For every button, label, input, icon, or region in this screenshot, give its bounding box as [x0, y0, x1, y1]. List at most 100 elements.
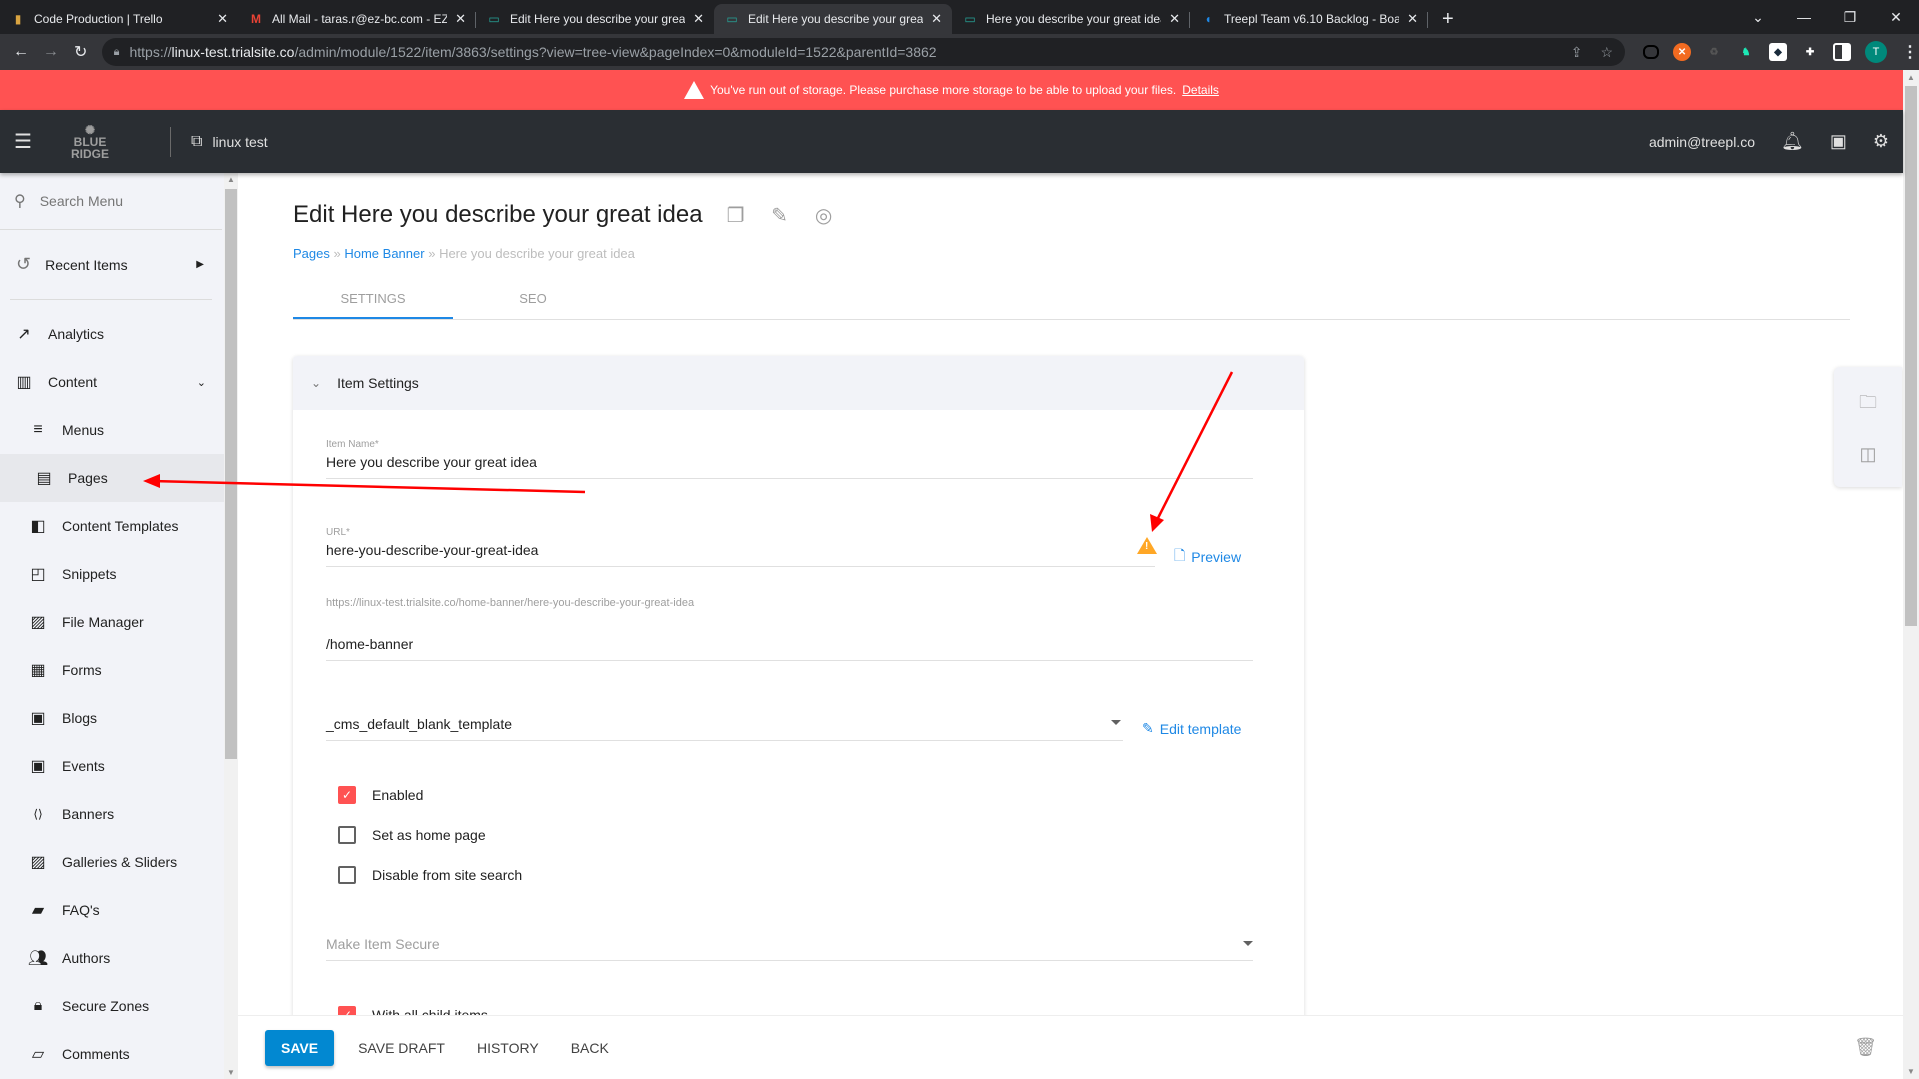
link-extension-icon[interactable] [1643, 45, 1660, 59]
close-tab-icon[interactable]: ✕ [931, 11, 942, 27]
sidebar-item-banners[interactable]: ⟨⟩ Banners [0, 790, 224, 838]
tab-search-icon[interactable]: ⌄ [1735, 9, 1781, 26]
sidebar-item-file-manager[interactable]: ▨ File Manager [0, 598, 224, 646]
close-window-icon[interactable]: ✕ [1873, 9, 1919, 26]
puzzle-extensions-icon[interactable]: ✚ [1801, 43, 1819, 61]
enabled-checkbox-row[interactable]: ✓ Enabled [338, 786, 423, 804]
address-bar[interactable]: 🔒︎ https://linux-test.trialsite.co/admin… [101, 38, 1626, 66]
side-panel-icon[interactable] [1833, 43, 1852, 61]
sidebar-item-authors[interactable]: 👥︎ Authors [0, 934, 224, 982]
search-menu-input[interactable]: ⚲ Search Menu [0, 173, 222, 230]
edit-template-button[interactable]: ✎ Edit template [1142, 720, 1241, 737]
close-tab-icon[interactable]: ✕ [1169, 11, 1180, 27]
sidebar-item-content-templates[interactable]: ◧ Content Templates [0, 502, 224, 550]
sidebar-item-menus[interactable]: ≡ Menus [0, 406, 224, 454]
breadcrumb-pages[interactable]: Pages [293, 246, 330, 261]
orange-extension-icon[interactable]: ✕ [1673, 43, 1692, 61]
browser-tab-active[interactable]: ▭ Edit Here you describe your great ✕ [714, 4, 952, 34]
share-icon[interactable]: ⇪ [1571, 44, 1583, 61]
preview-document-icon[interactable]: ◎ [813, 204, 835, 227]
page-scrollbar-thumb[interactable] [1905, 86, 1917, 626]
enabled-checkbox[interactable]: ✓ [338, 786, 356, 804]
parent-path-value[interactable]: /home-banner [326, 636, 1253, 660]
forward-arrow-icon[interactable]: → [36, 43, 66, 61]
sidebar-item-secure-zones[interactable]: 🔒︎ Secure Zones [0, 982, 224, 1030]
item-settings-header[interactable]: ⌄ Item Settings [293, 356, 1304, 410]
more-menu-icon[interactable]: ⋮ [1901, 43, 1919, 61]
preview-button[interactable]: 🗋︎ Preview [1174, 545, 1241, 569]
sidebar-item-blogs[interactable]: ▣ Blogs [0, 694, 224, 742]
url-field[interactable]: URL* here-you-describe-your-great-idea [326, 527, 1155, 567]
sidebar-item-recent-items[interactable]: ↺ Recent Items ▶ [10, 230, 212, 300]
disable-search-checkbox[interactable] [338, 866, 356, 884]
sidebar-item-content[interactable]: ▥ Content ⌄ [0, 358, 224, 406]
new-tab-button[interactable]: + [1428, 4, 1468, 34]
scroll-down-arrow-icon[interactable]: ▼ [227, 1068, 235, 1077]
sidebar-item-analytics[interactable]: ↗ Analytics [0, 310, 224, 358]
home-page-checkbox-row[interactable]: Set as home page [338, 826, 486, 844]
back-button[interactable]: BACK [563, 1030, 617, 1066]
scroll-up-arrow-icon[interactable]: ▲ [1907, 73, 1915, 82]
hamburger-menu-icon[interactable]: ☰ [0, 129, 46, 154]
gear-icon[interactable]: ⚙ [1873, 131, 1889, 152]
back-arrow-icon[interactable]: ← [6, 43, 36, 61]
template-dropdown-caret-icon[interactable] [1111, 720, 1121, 725]
close-tab-icon[interactable]: ✕ [1407, 11, 1418, 27]
secure-dropdown-caret-icon[interactable] [1243, 941, 1253, 946]
home-page-checkbox[interactable] [338, 826, 356, 844]
browser-tab[interactable]: M All Mail - taras.r@ez-bc.com - EZ ✕ [238, 4, 476, 34]
minimize-icon[interactable]: — [1781, 9, 1827, 25]
trash-icon[interactable]: 🗑︎ [1854, 1037, 1877, 1058]
site-link[interactable]: ⧉ linux test [191, 133, 268, 151]
page-scrollbar[interactable]: ▲ ▼ [1903, 70, 1919, 1079]
copy-document-icon[interactable]: ❐ [725, 204, 747, 227]
widgets-icon[interactable]: ◫ [1859, 444, 1876, 465]
browser-tab[interactable]: ▮ Code Production | Trello ✕ [0, 4, 238, 34]
user-email[interactable]: admin@treepl.co [1649, 134, 1755, 150]
reload-icon[interactable]: ↻ [66, 42, 96, 62]
browser-tab[interactable]: ▭ Here you describe your great idea ✕ [952, 4, 1190, 34]
alert-details-link[interactable]: Details [1182, 83, 1219, 97]
sidebar-scrollbar[interactable]: ▲ ▼ [224, 173, 238, 1079]
close-tab-icon[interactable]: ✕ [217, 11, 228, 27]
bell-icon[interactable]: 🔔︎ [1781, 131, 1804, 152]
dark-extension-icon[interactable]: ◆ [1769, 43, 1788, 61]
sidebar-item-comments[interactable]: ▱ Comments [0, 1030, 224, 1078]
template-select[interactable]: _cms_default_blank_template [326, 712, 1123, 741]
bookmark-star-icon[interactable]: ☆ [1600, 44, 1613, 61]
breadcrumb-home-banner[interactable]: Home Banner [344, 246, 424, 261]
save-button[interactable]: SAVE [265, 1029, 335, 1066]
edit-screen-icon[interactable]: ✎ [769, 204, 791, 227]
close-tab-icon[interactable]: ✕ [455, 11, 466, 27]
folder-icon[interactable]: 🗀︎ [1859, 390, 1877, 420]
sidebar-item-snippets[interactable]: ◰ Snippets [0, 550, 224, 598]
sidebar-item-events[interactable]: ▣ Events [0, 742, 224, 790]
tab-settings[interactable]: SETTINGS [293, 280, 453, 319]
history-button[interactable]: HISTORY [469, 1030, 547, 1066]
brand-logo[interactable]: ✺ BLUE RIDGE [60, 124, 120, 160]
warning-icon[interactable]: ! [1137, 537, 1157, 554]
recycle-extension-icon[interactable]: ♻ [1705, 43, 1723, 61]
parent-path-field[interactable]: /home-banner [326, 632, 1253, 661]
sidebar-item-forms[interactable]: ▦ Forms [0, 646, 224, 694]
disable-search-checkbox-row[interactable]: Disable from site search [338, 866, 522, 884]
browser-tab[interactable]: ▭ Edit Here you describe your great ✕ [476, 4, 714, 34]
image-icon[interactable]: ▣ [1830, 131, 1847, 152]
scroll-down-arrow-icon[interactable]: ▼ [1907, 1067, 1915, 1076]
scroll-up-arrow-icon[interactable]: ▲ [227, 175, 235, 184]
tab-seo[interactable]: SEO [453, 280, 613, 319]
save-draft-button[interactable]: SAVE DRAFT [350, 1030, 453, 1066]
make-secure-select[interactable]: Make Item Secure [326, 932, 1253, 961]
profile-avatar[interactable]: T [1865, 41, 1888, 63]
restore-icon[interactable]: ❐ [1827, 9, 1873, 26]
sidebar-item-galleries-sliders[interactable]: ▨ Galleries & Sliders [0, 838, 224, 886]
close-tab-icon[interactable]: ✕ [693, 11, 704, 27]
item-name-value[interactable]: Here you describe your great idea [326, 454, 1253, 478]
sidebar-item-faqs[interactable]: ▰ FAQ's [0, 886, 224, 934]
green-extension-icon[interactable]: ♞ [1737, 43, 1755, 61]
sidebar-scrollbar-thumb[interactable] [225, 189, 237, 759]
url-value[interactable]: here-you-describe-your-great-idea [326, 542, 1155, 566]
sidebar-item-pages[interactable]: ▤ Pages [0, 454, 224, 502]
item-name-field[interactable]: Item Name* Here you describe your great … [326, 439, 1253, 479]
browser-tab[interactable]: ◖ Treepl Team v6.10 Backlog - Boar ✕ [1190, 4, 1428, 34]
